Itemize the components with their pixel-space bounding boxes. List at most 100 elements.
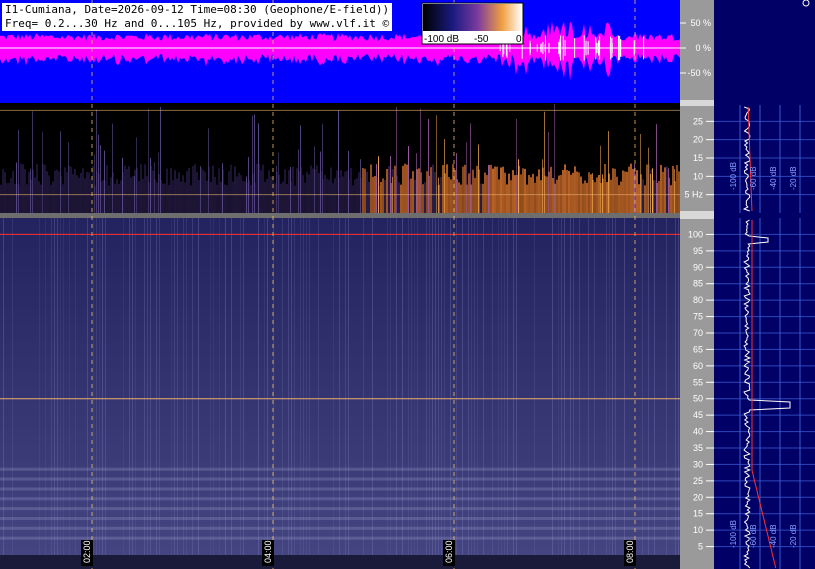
elf-spectrogram-cell [26, 184, 28, 213]
spectrum-panel-area: -100 dB -60 dB -40 dB -20 dB -100 dB -60 dB -4… [714, 0, 815, 569]
elf-spectrogram-cell [468, 173, 470, 213]
elf-spectrogram-cell [312, 168, 314, 213]
elf-spectrogram-cell [610, 179, 612, 213]
ulf-spectrogram-streak [363, 218, 364, 569]
elf-spectrogram-cell [430, 167, 432, 213]
ulf-spectrogram-streak [606, 218, 607, 569]
elf-spectrogram-cell [324, 174, 326, 213]
elf-tick-label: 25 [693, 116, 703, 126]
elf-spectrogram-streak [648, 147, 649, 213]
ulf-spectrogram-streak [588, 218, 589, 569]
ulf-spectrogram-streak [267, 218, 268, 569]
elf-spectrogram-cell [58, 171, 60, 213]
elf-spectrogram-cell [642, 179, 644, 213]
elf-tick-label: 20 [693, 135, 703, 145]
elf-spectrogram-streak [68, 142, 69, 213]
elf-spectrogram-cell [84, 178, 86, 213]
elf-spectrogram-cell [198, 179, 200, 213]
elf-spectrogram-cell [504, 172, 506, 213]
ulf-spectrogram-streak [462, 218, 463, 569]
ulf-harmonic-band [0, 517, 680, 520]
elf-spectrogram-cell [52, 181, 54, 213]
elf-spectrogram-cell [168, 185, 170, 213]
elf-spectrogram-cell [670, 185, 672, 213]
elf-spectrogram-panel [0, 103, 680, 213]
ulf-spectrogram-streak [675, 218, 676, 569]
elf-spectrogram-cell [484, 172, 486, 213]
frequency-axis-column: 50 % 0 % -50 % 5 Hz 10 15 20 25 5 10 15 20 25 30 35 40 4… [680, 0, 714, 569]
elf-spectrogram-streak [518, 159, 519, 213]
ulf-tick-label: 70 [693, 328, 703, 338]
ulf-spectrogram-streak [438, 218, 439, 569]
ulf-harmonic-band [0, 467, 680, 471]
elf-spectrogram-streak [222, 163, 223, 213]
elf-spectrogram-cell [632, 168, 634, 213]
colorbar-label-mid: -50 [474, 34, 489, 45]
ulf-tick-label: 65 [693, 344, 703, 354]
ulf-spectrogram-streak [504, 218, 505, 569]
ulf-spectrogram-streak [96, 218, 97, 569]
elf-spectrogram-cell [74, 168, 76, 213]
elf-spectrogram-cell [152, 170, 154, 213]
elf-spectrogram-cell [386, 168, 388, 213]
ulf-spectrogram-streak [666, 218, 667, 569]
colorbar: -100 dB -50 0 [421, 2, 524, 45]
elf-spectrogram-streak [18, 129, 19, 213]
spectrum-x-tick-label: -40 dB [769, 166, 778, 190]
elf-spectrogram-cell [6, 182, 8, 213]
elf-spectrogram-cell [182, 175, 184, 213]
elf-spectrogram-streak [608, 131, 609, 213]
elf-spectrogram-streak [640, 133, 641, 213]
elf-spectrogram-streak [602, 174, 603, 213]
elf-spectrogram-streak [420, 108, 421, 213]
ulf-spectrogram-streak [144, 218, 145, 569]
ulf-spectrogram-streak [579, 218, 580, 569]
elf-spectrogram-cell [340, 170, 342, 213]
elf-spectrogram-cell [76, 175, 78, 213]
elf-spectrogram-cell [404, 163, 406, 213]
time-tick-label: 08:00 [625, 540, 635, 563]
elf-spectrogram-cell [88, 172, 90, 213]
elf-spectrogram-cell [482, 183, 484, 213]
elf-spectrogram-cell [294, 185, 296, 213]
elf-spectrogram-cell [260, 170, 262, 213]
spectrum-x-tick-label: -20 dB [789, 524, 798, 548]
time-tick-label: 02:00 [82, 540, 92, 563]
elf-spectrogram-cell [618, 185, 620, 213]
ulf-spectrogram-streak [339, 218, 340, 569]
ulf-spectrogram-streak [3, 218, 4, 569]
ulf-spectrogram-streak [456, 218, 457, 569]
elf-spectrogram-streak [150, 157, 151, 213]
elf-spectrogram-streak [42, 131, 43, 213]
elf-spectrogram-cell [352, 185, 354, 213]
ulf-spectrogram-streak [411, 218, 412, 569]
elf-spectrogram-cell [594, 182, 596, 213]
elf-spectrogram-streak [122, 157, 123, 213]
elf-spectrogram-streak [516, 118, 517, 213]
ulf-spectrogram-streak [348, 218, 349, 569]
elf-spectrogram-cell [356, 178, 358, 213]
elf-spectrogram-cell [36, 164, 38, 213]
spectrum-x-tick-label: -40 dB [769, 524, 778, 548]
elf-spectrogram-cell [526, 184, 528, 213]
elf-spectrogram-cell [156, 182, 158, 213]
elf-spectrogram-cell [180, 181, 182, 213]
elf-spectrogram-cell [0, 184, 2, 213]
elf-spectrogram-cell [620, 181, 622, 213]
ulf-spectrogram-streak [615, 218, 616, 569]
ulf-spectrogram-streak [471, 218, 472, 569]
ulf-spectrogram-streak [648, 218, 649, 569]
ulf-harmonic-band [0, 526, 680, 530]
elf-spectrogram-cell [128, 166, 130, 213]
ulf-spectrogram-streak [288, 218, 289, 569]
elf-spectrogram-cell [114, 183, 116, 213]
elf-spectrogram-cell [234, 166, 236, 213]
ulf-tick-label: 75 [693, 312, 703, 322]
ulf-spectrogram-streak [468, 218, 469, 569]
elf-spectrogram-cell [566, 169, 568, 213]
elf-spectrogram-cell [292, 166, 294, 213]
ulf-spectrogram-streak [219, 218, 220, 569]
elf-spectrogram-streak [322, 123, 323, 213]
ulf-spectrogram-streak [372, 218, 373, 569]
elf-spectrogram-cell [224, 184, 226, 213]
